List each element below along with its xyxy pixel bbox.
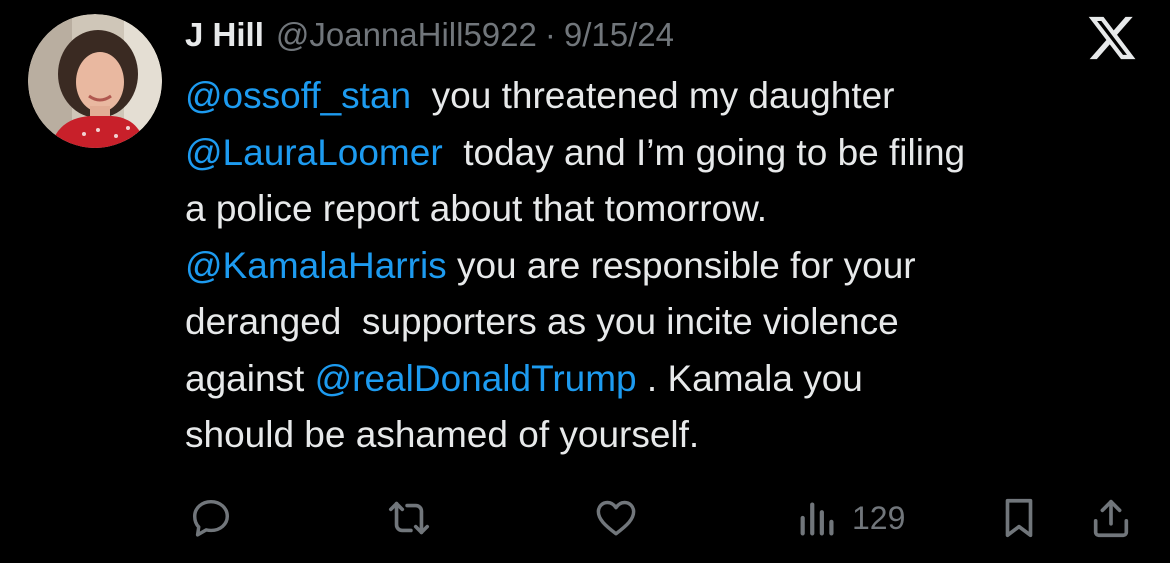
mention-link[interactable]: @LauraLoomer [185, 132, 443, 173]
tweet-header: J Hill @JoannaHill5922 · 9/15/24 [185, 16, 674, 62]
mention-link[interactable]: @realDonaldTrump [315, 358, 637, 399]
tweet-text-segment: should be ashamed of yourself. [185, 414, 700, 455]
repost-arrows-icon [388, 501, 430, 535]
tweet-text: @ossoff_stan you threatened my daughter @… [185, 68, 1145, 464]
tweet-text-segment: against [185, 357, 315, 399]
tweet-text-segment: you threatened my daughter [411, 75, 895, 116]
bookmark-button[interactable] [998, 490, 1040, 546]
like-button[interactable] [592, 490, 640, 546]
heart-icon [596, 500, 636, 536]
views-count: 129 [852, 499, 906, 536]
tweet-line: @ossoff_stan you threatened my daughter [185, 68, 1145, 125]
tweet-line: @KamalaHarris you are responsible for yo… [185, 238, 1145, 295]
views-button[interactable]: 129 [796, 490, 905, 546]
tweet-text-segment: . Kamala you [636, 357, 863, 399]
tweet-line: should be ashamed of yourself. [185, 407, 1145, 464]
mention-link[interactable]: @KamalaHarris [185, 245, 447, 286]
separator-dot: · [544, 16, 556, 53]
tweet-text-segment: you are responsible for your [446, 244, 916, 286]
tweet-text-segment: today and I’m going to be filing [442, 131, 966, 173]
timestamp[interactable]: 9/15/24 [564, 16, 674, 54]
bookmark-icon [1005, 498, 1033, 538]
share-button[interactable] [1088, 490, 1134, 546]
tweet-line: deranged supporters as you incite violen… [185, 294, 1145, 351]
tweet: J Hill @JoannaHill5922 · 9/15/24 @ossoff… [0, 0, 1170, 563]
tweet-text-segment: deranged supporters as you incite violen… [185, 301, 899, 342]
user-handle[interactable]: @JoannaHill5922 [276, 16, 537, 54]
avatar[interactable] [28, 14, 162, 148]
reply-button[interactable] [188, 490, 234, 546]
bar-chart-icon [800, 502, 834, 536]
speech-bubble-icon [192, 499, 230, 537]
repost-button[interactable] [384, 490, 434, 546]
display-name[interactable]: J Hill [185, 16, 264, 54]
tweet-text-segment: a police report about that tomorrow. [185, 188, 768, 229]
avatar-image [28, 14, 162, 148]
tweet-line: @LauraLoomer today and I’m going to be f… [185, 125, 1145, 182]
share-upload-icon [1093, 499, 1129, 538]
mention-link[interactable]: @ossoff_stan [185, 75, 411, 116]
action-bar: 129 [0, 490, 1170, 546]
tweet-line: against @realDonaldTrump . Kamala you [185, 351, 1145, 408]
tweet-line: a police report about that tomorrow. [185, 181, 1145, 238]
x-logo-icon[interactable] [1086, 12, 1138, 64]
